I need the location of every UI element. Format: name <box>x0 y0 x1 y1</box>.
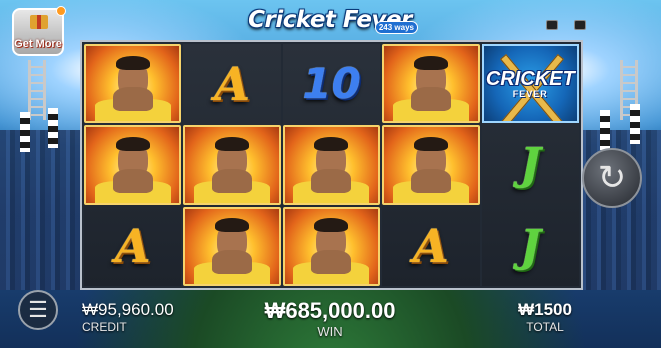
cricketer-hands <box>410 168 451 193</box>
credit-display: ₩95,960.00 CREDIT <box>82 300 174 334</box>
cricketer-symbol <box>84 125 182 205</box>
cricketer-symbol <box>282 125 381 205</box>
symbol-a-glyph: A <box>114 219 151 274</box>
cricketer-symbol <box>282 206 381 286</box>
symbol-j-glyph: J <box>519 139 541 191</box>
wild-label: CRICKET FEVER <box>486 69 575 99</box>
reel-1: A <box>84 44 182 286</box>
flag-left-2 <box>48 108 58 148</box>
cricketer-hands <box>410 87 451 112</box>
speaker-icon-left <box>546 20 558 30</box>
credit-label: CREDIT <box>82 320 127 334</box>
speaker-icon-right <box>574 20 586 30</box>
notification-dot <box>56 6 66 16</box>
cricketer-hands <box>311 168 352 193</box>
wild-title: CRICKET <box>485 67 575 90</box>
symbol-a-glyph: A <box>413 219 449 274</box>
reel-2: A <box>183 44 281 286</box>
credit-value: ₩95,960.00 <box>82 300 174 319</box>
symbol-j-glyph: J <box>519 220 541 272</box>
ways-badge: 243 ways <box>374 21 418 34</box>
cricketer-hands <box>112 168 153 193</box>
reel-5: CRICKET FEVER J J <box>481 44 579 286</box>
win-display: ₩685,000.00 WIN <box>230 298 430 339</box>
cricketer-hands <box>112 87 153 112</box>
symbol-10: 10 <box>283 44 380 123</box>
reel-3: 10 <box>282 44 381 286</box>
cricketer-symbol <box>183 206 281 286</box>
symbol-j: J <box>482 125 579 204</box>
cricketer-symbol <box>84 44 182 124</box>
flag-left-1 <box>20 112 30 152</box>
flag-right-2 <box>630 104 640 144</box>
refresh-icon: ↻ <box>597 159 627 197</box>
get-more-button[interactable]: Get More <box>12 6 66 56</box>
crowd-left <box>0 130 85 290</box>
reel-grid: A A 10 A CRICKET FEVER J J <box>80 40 583 290</box>
symbol-a-glyph: A <box>214 56 250 111</box>
total-label: TOTAL <box>526 320 564 334</box>
wild-symbol: CRICKET FEVER <box>481 44 579 124</box>
game-logo: Cricket Fever 243 ways <box>240 2 420 38</box>
cricketer-symbol <box>382 125 480 205</box>
symbol-10-glyph: 10 <box>302 59 361 109</box>
cricketer-symbol <box>382 44 480 124</box>
flag-right-1 <box>600 110 610 150</box>
symbol-a: A <box>382 207 479 286</box>
win-label: WIN <box>317 324 343 339</box>
wild-subtitle: FEVER <box>512 88 548 99</box>
spin-button[interactable]: ↻ <box>582 148 642 208</box>
cricketer-symbol <box>183 125 281 205</box>
floodlight-left <box>28 60 46 120</box>
total-bet-display[interactable]: ₩1500 TOTAL <box>505 300 585 334</box>
get-more-label: Get More <box>14 38 62 50</box>
win-value: ₩685,000.00 <box>264 298 396 323</box>
symbol-a: A <box>183 44 280 123</box>
symbol-j: J <box>482 207 579 286</box>
cricketer-hands <box>212 168 253 193</box>
total-value: ₩1500 <box>518 300 572 319</box>
gift-icon <box>30 15 48 29</box>
cricketer-hands <box>212 250 253 274</box>
symbol-a: A <box>84 207 181 286</box>
status-bar: ₩95,960.00 CREDIT ₩685,000.00 WIN ₩1500 … <box>0 292 661 348</box>
reel-4: A <box>382 44 480 286</box>
cricketer-hands <box>311 250 352 274</box>
